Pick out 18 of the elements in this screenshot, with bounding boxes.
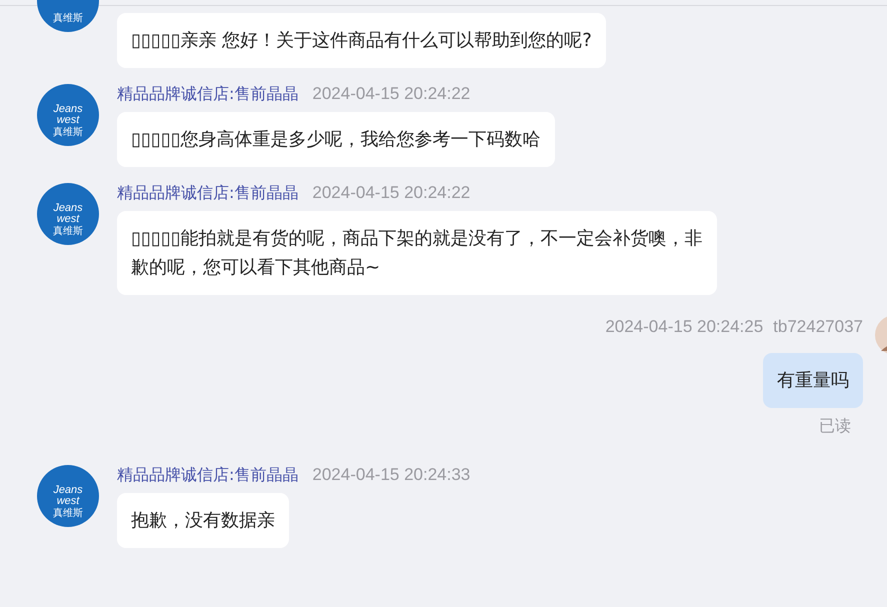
sender-name[interactable]: 精品品牌诚信店:售前晶晶 [117,84,298,105]
sender-name[interactable]: 精品品牌诚信店:售前晶晶 [117,183,298,204]
message-time: 2024-04-15 20:24:33 [312,465,470,485]
message-bubble: ▯▯▯▯▯亲亲 您好！关于这件商品有什么可以帮助到您的呢? [117,13,606,68]
brand-avatar: Jeans west 真维斯 [37,465,99,527]
message-bubble: 抱歉，没有数据亲 [117,493,289,548]
sender-name: tb72427037 [773,317,863,337]
sender-name[interactable]: 精品品牌诚信店:售前晶晶 [117,465,298,486]
message-bubble: ▯▯▯▯▯能拍就是有货的呢，商品下架的就是没有了，不一定会补货噢，非 歉的呢，您可以看下其他商品~ [117,211,717,295]
message-time: 2024-04-15 20:24:25 [605,317,764,337]
read-status: 已读 [819,416,851,437]
message-bubble: 有重量吗 [763,353,863,408]
message-time: 2024-04-15 20:24:22 [312,183,470,203]
brand-avatar: Jeans west 真维斯 [37,183,99,245]
message-bubble: ▯▯▯▯▯您身高体重是多少呢，我给您参考一下码数哈 [117,112,555,167]
message-time: 2024-04-15 20:24:22 [312,84,470,104]
brand-avatar: 真维斯 [37,0,99,32]
brand-avatar: Jeans west 真维斯 [37,84,99,146]
